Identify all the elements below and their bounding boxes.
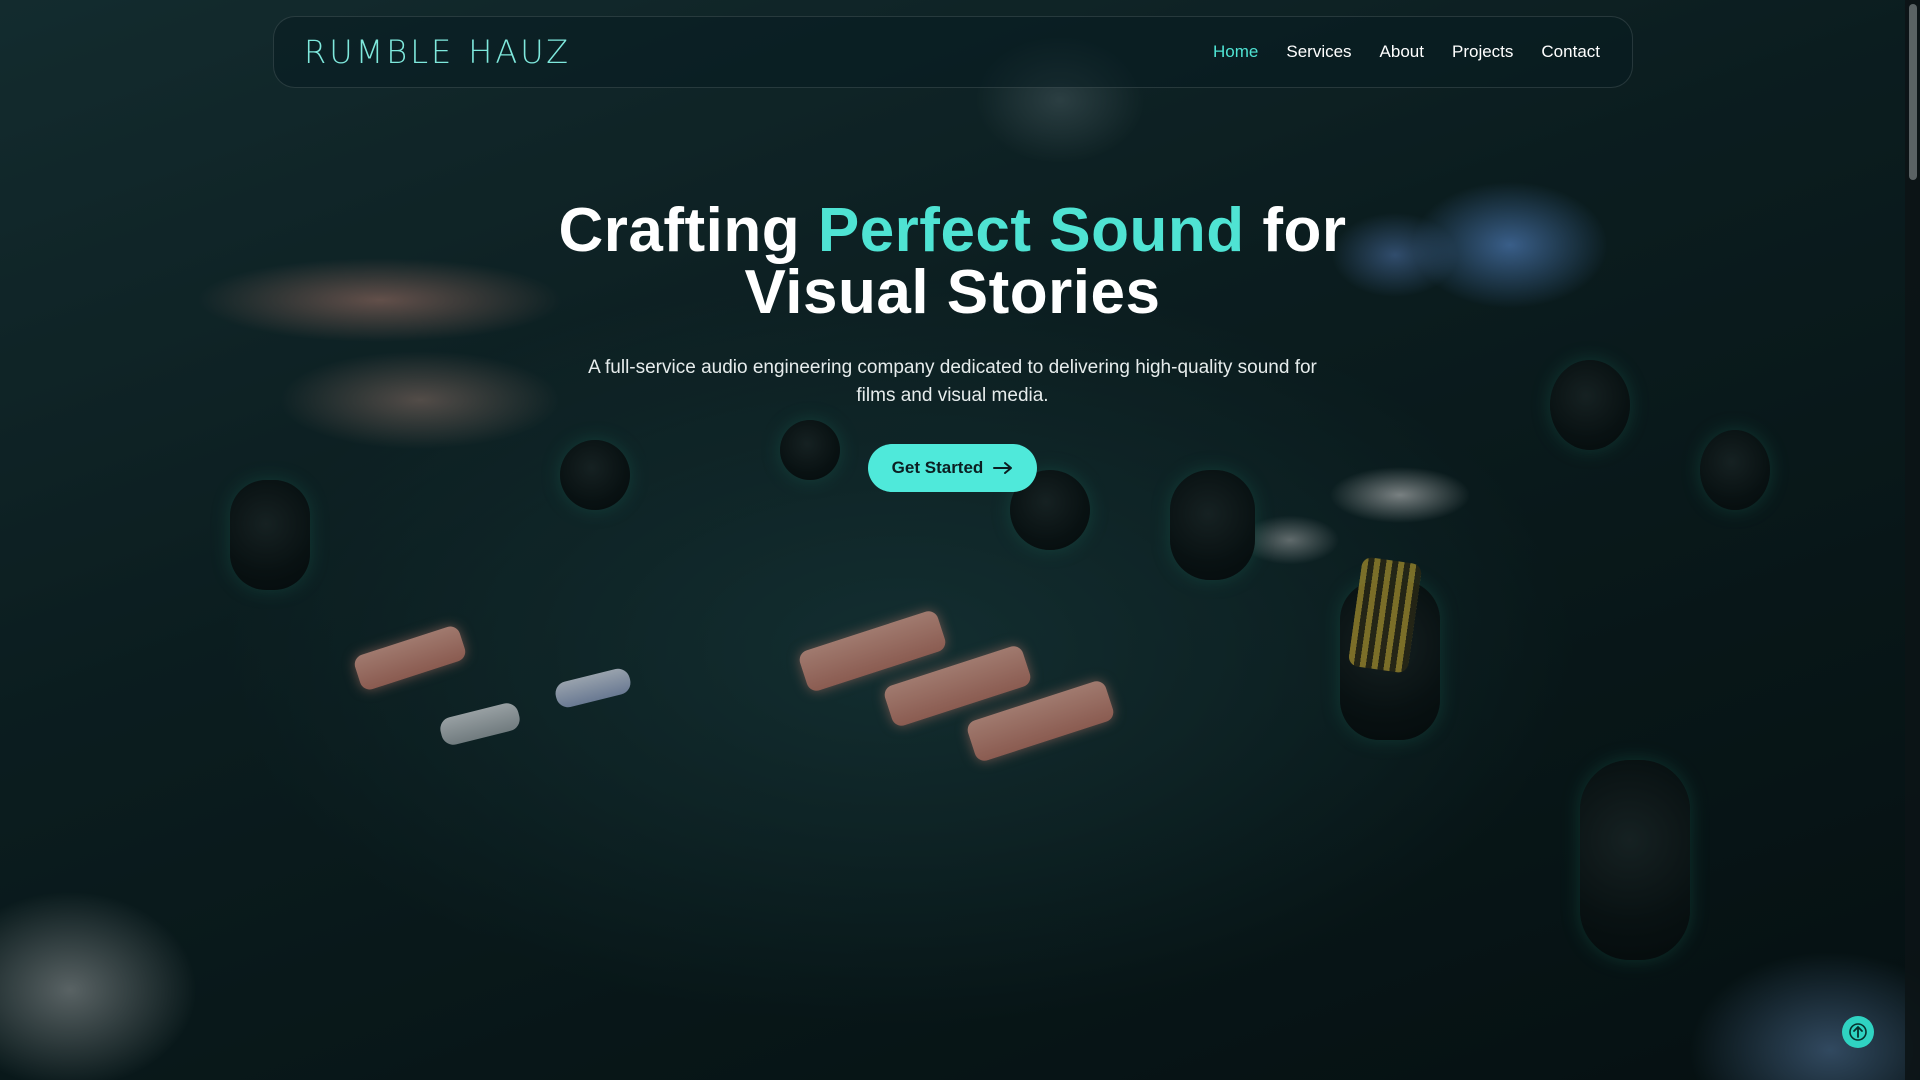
logo-word-hauz: HAUZ: [468, 33, 571, 71]
hero-title-line2: Visual Stories: [744, 258, 1161, 327]
logo[interactable]: RUMBLE HAUZ: [304, 33, 571, 71]
arrow-up-icon: [1849, 1023, 1867, 1041]
hero-section: Crafting Perfect Sound for Visual Storie…: [460, 200, 1445, 492]
nav-link-home[interactable]: Home: [1213, 42, 1258, 62]
nav-link-projects[interactable]: Projects: [1452, 42, 1513, 62]
get-started-button[interactable]: Get Started: [867, 444, 1038, 492]
hero-title-suffix: for: [1244, 196, 1347, 265]
scroll-to-top-button[interactable]: [1842, 1016, 1874, 1048]
hero-title-accent: Perfect Sound: [817, 196, 1245, 265]
navbar: RUMBLE HAUZ Home Services About Projects…: [273, 16, 1633, 88]
page: RUMBLE HAUZ Home Services About Projects…: [0, 0, 1920, 1080]
hero-title-prefix: Crafting: [558, 196, 818, 265]
arrow-right-icon: [993, 462, 1013, 474]
hero-subtitle: A full-service audio engineering company…: [588, 357, 1317, 406]
scrollbar-thumb[interactable]: [1909, 4, 1917, 180]
hero-title: Crafting Perfect Sound for Visual Storie…: [460, 200, 1445, 324]
nav-link-contact[interactable]: Contact: [1541, 42, 1600, 62]
nav-link-services[interactable]: Services: [1286, 42, 1351, 62]
get-started-label: Get Started: [891, 458, 984, 477]
main-nav: Home Services About Projects Contact: [1213, 42, 1600, 62]
logo-word-rumble: RUMBLE: [304, 33, 455, 71]
page-scrollbar[interactable]: [1905, 0, 1920, 1080]
background-overlay: [0, 0, 1920, 1080]
nav-link-about[interactable]: About: [1380, 42, 1424, 62]
